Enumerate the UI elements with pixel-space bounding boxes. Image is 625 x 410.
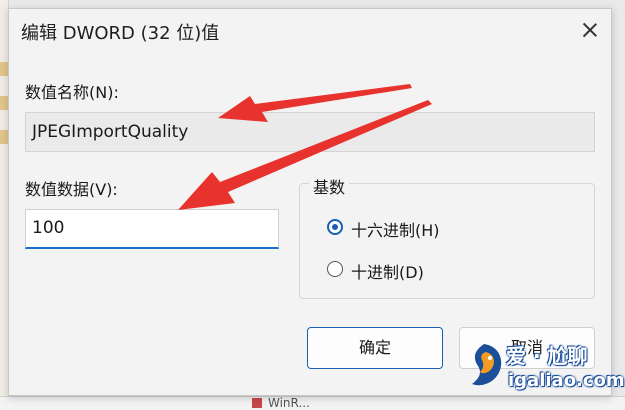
folder-icon	[0, 96, 8, 110]
value-name-label: 数值名称(N):	[25, 83, 119, 102]
base-group-title: 基数	[309, 174, 350, 198]
radio-decimal[interactable]: 十进制(D)	[327, 259, 457, 282]
radio-hexadecimal[interactable]: 十六进制(H)	[327, 217, 457, 240]
value-data-input[interactable]: 100	[25, 209, 279, 249]
folder-icon	[0, 62, 8, 76]
radio-decimal-label: 十进制(D)	[351, 263, 424, 282]
base-groupbox	[299, 183, 595, 299]
radio-selected-icon	[327, 219, 343, 235]
background-value-name: WinR...	[268, 396, 310, 410]
radio-hexadecimal-label: 十六进制(H)	[351, 221, 440, 240]
site-watermark: 爱 · 尬聊 igaliao.com	[464, 336, 625, 400]
ok-button[interactable]: 确定	[307, 327, 443, 369]
watermark-text-url: igaliao.com	[508, 370, 625, 391]
registry-value-icon	[252, 398, 262, 408]
watermark-text-cn: 爱 · 尬聊	[506, 344, 588, 368]
close-button[interactable]	[577, 17, 603, 43]
value-name-field: JPEGImportQuality	[25, 112, 595, 152]
mascot-logo-icon	[472, 344, 502, 386]
radio-unselected-icon	[327, 261, 343, 277]
title-bar: 编辑 DWORD (32 位)值	[9, 9, 611, 51]
value-data-label: 数值数据(V):	[25, 180, 118, 199]
dialog-title: 编辑 DWORD (32 位)值	[21, 23, 220, 44]
folder-icon	[0, 130, 8, 144]
